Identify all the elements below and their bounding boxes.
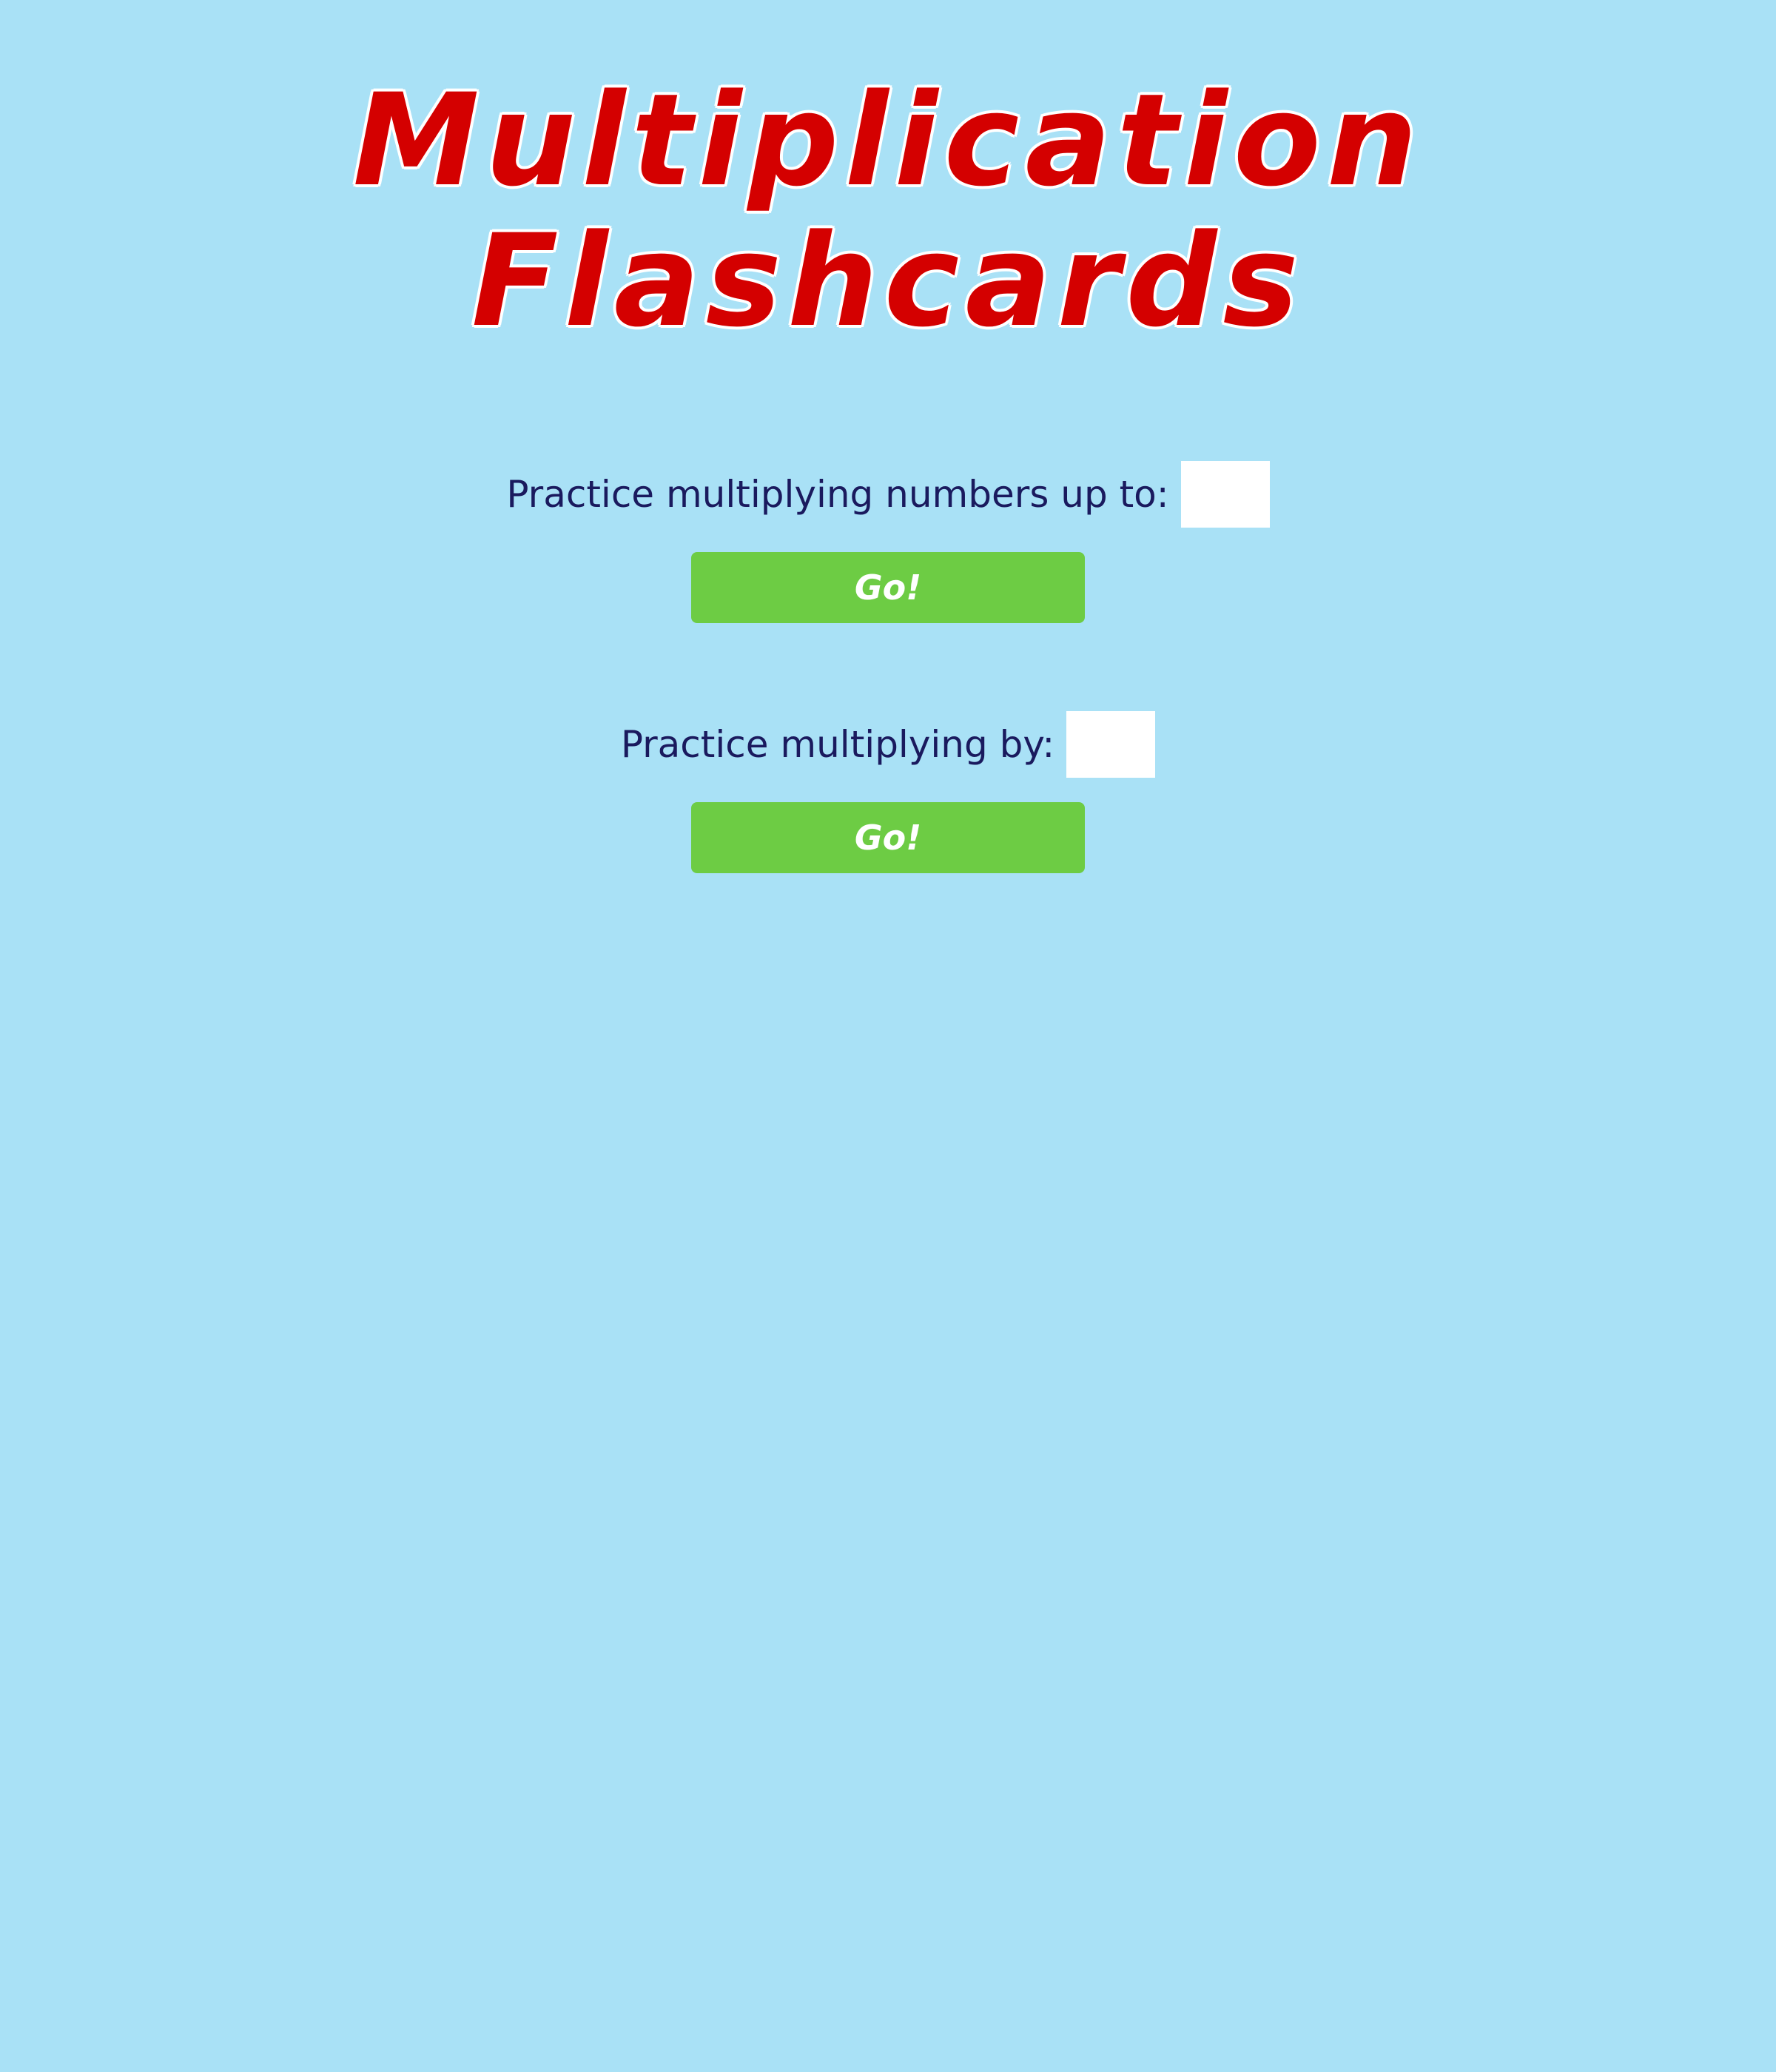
title-line-1: Multiplication — [352, 66, 1424, 215]
practice-by-label: Practice multiplying by: — [620, 723, 1055, 766]
flashcards-page: Multiplication Flashcards Practice multi… — [0, 0, 1776, 2072]
practice-by-input[interactable] — [1066, 711, 1156, 778]
title-line-2: Flashcards — [471, 206, 1305, 355]
practice-by-row: Practice multiplying by: — [0, 710, 1776, 778]
practice-up-to-label: Practice multiplying numbers up to: — [506, 473, 1169, 516]
practice-up-to-row: Practice multiplying numbers up to: — [0, 460, 1776, 528]
practice-up-to-go-button[interactable]: Go! — [691, 552, 1085, 623]
practice-by-go-button[interactable]: Go! — [691, 802, 1085, 873]
page-title: Multiplication Flashcards — [0, 70, 1776, 352]
practice-up-to-input[interactable] — [1180, 461, 1270, 528]
